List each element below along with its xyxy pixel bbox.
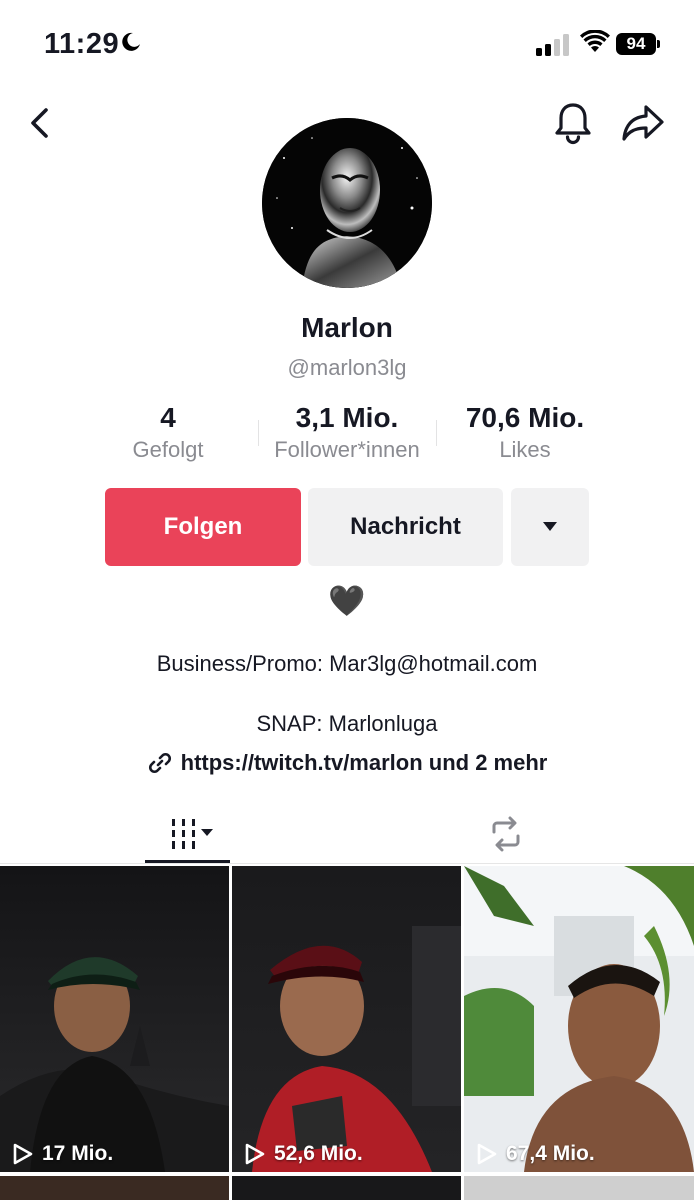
bio-snap-line: SNAP: Marlonluga — [256, 711, 438, 736]
tab-reposts[interactable] — [463, 806, 548, 862]
stat-divider — [258, 420, 259, 446]
stat-likes[interactable]: 70,6 Mio. Likes — [446, 402, 604, 463]
videos-grid-icon — [171, 819, 213, 849]
wifi-icon — [580, 30, 610, 52]
tab-videos[interactable] — [145, 806, 230, 862]
video-thumbnail-image — [232, 866, 461, 1172]
video-thumbnail[interactable]: 67,4 Mio. — [464, 866, 694, 1172]
stat-likes-value: 70,6 Mio. — [465, 402, 585, 433]
notification-bell-icon[interactable] — [552, 100, 594, 146]
stat-followers[interactable]: 3,1 Mio. Follower*innen — [262, 402, 432, 463]
stat-divider — [436, 420, 437, 446]
repost-icon — [492, 816, 519, 852]
view-count-text: 52,6 Mio. — [274, 1142, 363, 1165]
battery-tip — [657, 40, 660, 48]
profile-name: Marlon — [301, 312, 393, 343]
status-time: 11:29 — [44, 28, 120, 60]
battery-indicator: 94 — [616, 33, 656, 55]
stat-following[interactable]: 4 Gefolgt — [118, 402, 218, 463]
link-icon — [148, 752, 171, 774]
view-count-text: 67,4 Mio. — [506, 1142, 595, 1165]
play-icon — [477, 1143, 497, 1165]
caret-down-icon — [543, 522, 557, 531]
bio-link[interactable]: https://twitch.tv/marlon und 2 mehr — [0, 750, 694, 776]
suggested-accounts-button[interactable] — [511, 488, 589, 566]
follow-button[interactable]: Folgen — [105, 488, 301, 566]
bio-emoji: 🖤 — [328, 585, 366, 618]
tabs-divider — [0, 863, 694, 864]
view-count: 67,4 Mio. — [476, 1142, 595, 1166]
video-thumbnail[interactable] — [232, 1176, 461, 1200]
view-count: 17 Mio. — [12, 1142, 113, 1166]
stat-followers-label: Follower*innen — [274, 437, 420, 462]
message-button[interactable]: Nachricht — [308, 488, 503, 566]
share-icon[interactable] — [620, 102, 666, 144]
bio-link-text: https://twitch.tv/marlon und 2 mehr — [180, 750, 548, 775]
cellular-signal-icon — [536, 34, 569, 56]
bio-business-line: Business/Promo: Mar3lg@hotmail.com — [156, 651, 538, 676]
play-icon — [13, 1143, 33, 1165]
profile-avatar[interactable] — [262, 118, 432, 288]
video-thumbnail-image — [464, 866, 694, 1172]
status-bar: 11:29 94 — [0, 0, 694, 90]
avatar-image — [262, 118, 432, 288]
video-thumbnail[interactable]: 52,6 Mio. — [232, 866, 461, 1172]
video-thumbnail[interactable] — [464, 1176, 694, 1200]
video-thumbnail-image — [0, 866, 229, 1172]
stat-following-value: 4 — [160, 402, 176, 433]
video-thumbnail[interactable]: 17 Mio. — [0, 866, 229, 1172]
stat-followers-value: 3,1 Mio. — [295, 402, 399, 433]
moon-icon — [122, 32, 140, 51]
play-icon — [245, 1143, 265, 1165]
profile-handle: @marlon3lg — [287, 355, 407, 380]
view-count-text: 17 Mio. — [42, 1142, 114, 1165]
stat-following-label: Gefolgt — [132, 437, 204, 462]
view-count: 52,6 Mio. — [244, 1142, 363, 1166]
video-thumbnail[interactable] — [0, 1176, 229, 1200]
stat-likes-label: Likes — [499, 437, 551, 462]
back-arrow-icon[interactable] — [24, 104, 58, 142]
